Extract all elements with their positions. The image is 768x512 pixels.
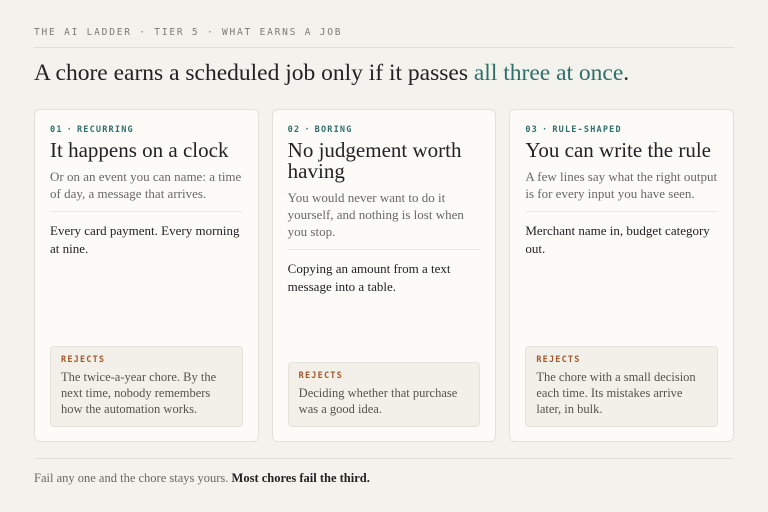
footer-text: Fail any one and the chore stays yours. [34,471,232,485]
criteria-cards: 01 · RECURRING It happens on a clock Or on… [34,109,735,442]
rejects-text: The twice-a-year chore. By the next time… [61,370,217,416]
card-tag-label: RECURRING [76,125,134,135]
card-tag-label: BORING [314,125,353,135]
card-example: Every card payment. Every morning at nin… [50,223,240,256]
criterion-card-rule-shaped: 03 · RULE-SHAPED You can write the rule A … [509,109,735,442]
top-divider [34,47,734,48]
criterion-card-boring: 02 · BORING No judgement worth having You … [271,109,497,442]
page: THE AI LADDER · TIER 5 · WHAT EARNS A JO… [0,0,768,512]
footer-emphasis: Most chores fail the third. [231,471,370,485]
card-title: It happens on a clock [50,138,229,162]
card-divider [525,211,719,212]
tag-separator: · [304,125,311,135]
card-example: Merchant name in, budget category out. [525,223,710,256]
tag-separator: · [66,125,73,135]
rejects-label: REJECTS [536,355,581,365]
card-description: A few lines say what the right output is… [525,169,718,201]
rejects-box: REJECTS The chore with a small decision … [525,346,719,427]
rejects-text: Deciding whether that purchase was a goo… [298,386,458,416]
card-description: You would never want to do it yourself, … [287,190,464,239]
rejects-box: REJECTS Deciding whether that purchase w… [287,362,481,427]
bottom-divider [34,458,734,459]
card-example: Copying an amount from a text message in… [287,261,451,294]
card-number: 02 [287,125,301,135]
card-tag: 03 · RULE-SHAPED [525,125,718,135]
card-divider [287,249,481,250]
headline-lead: A chore earns a scheduled job only if it… [34,60,474,86]
card-number: 01 [50,125,63,135]
card-title: No judgement worth having [287,138,462,183]
headline-accent: all three at once [473,60,624,86]
rejects-label: REJECTS [298,371,343,381]
rejects-box: REJECTS The twice-a-year chore. By the n… [50,346,243,427]
footer-note: Fail any one and the chore stays yours. … [34,471,370,486]
card-number: 03 [525,125,538,135]
card-tag: 02 · BORING [288,125,481,135]
card-tag-label: RULE-SHAPED [552,125,622,135]
criterion-card-recurring: 01 · RECURRING It happens on a clock Or on… [34,109,259,442]
headline: A chore earns a scheduled job only if it… [34,60,629,87]
eyebrow: THE AI LADDER · TIER 5 · WHAT EARNS A JO… [34,27,343,38]
card-tag: 01 · RECURRING [50,125,243,135]
rejects-label: REJECTS [61,355,106,365]
card-title: You can write the rule [525,138,712,162]
headline-end: . [623,60,630,86]
rejects-text: The chore with a small decision each tim… [536,370,696,416]
card-divider [50,211,243,212]
tag-separator: · [541,125,549,135]
card-description: Or on an event you can name: a time of d… [50,169,242,201]
